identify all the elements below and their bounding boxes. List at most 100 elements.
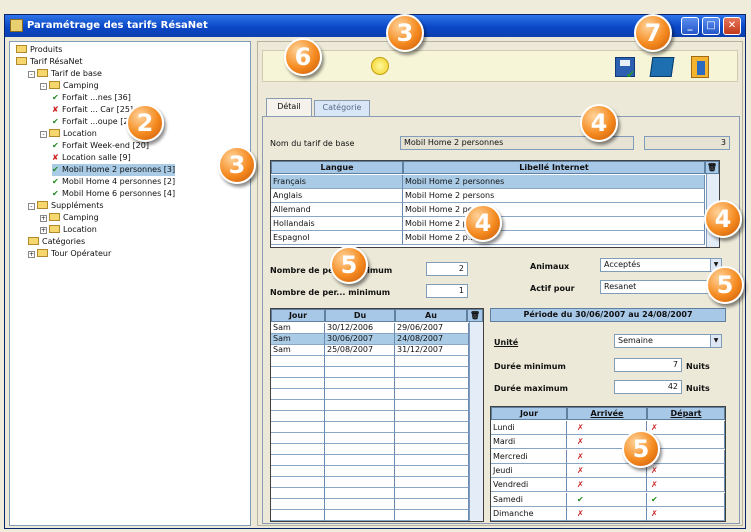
departure-toggle[interactable]: ✔ [647,492,725,507]
day-cell[interactable]: Dimanche [491,506,567,521]
period-from-cell[interactable] [325,477,395,488]
day-cell[interactable]: Samedi [491,492,567,507]
collapse-icon[interactable]: - [40,131,47,138]
unit-select[interactable]: Semaine ▼ [614,334,722,348]
period-from-cell[interactable] [325,378,395,389]
tree-item[interactable]: - Camping [40,80,99,92]
col-header-label[interactable]: Libellé Internet [403,161,705,174]
tree-item[interactable]: ✔ Forfait Week-end [20] [52,140,149,152]
period-to-cell[interactable] [395,356,469,367]
period-from-cell[interactable] [325,389,395,400]
period-to-cell[interactable] [395,499,469,510]
period-day-cell[interactable] [271,466,325,477]
period-day-cell[interactable]: Sam [271,345,325,356]
period-to-cell[interactable] [395,455,469,466]
col-header-from[interactable]: Du [325,309,395,322]
period-from-cell[interactable] [325,499,395,510]
departure-toggle[interactable]: ✗ [647,421,725,435]
tree-item[interactable]: ✔ Forfait ...nes [36] [52,92,131,104]
period-to-cell[interactable] [395,466,469,477]
period-from-cell[interactable] [325,400,395,411]
tree-item[interactable]: - Suppléments [28,200,104,212]
max-persons-field[interactable]: 2 [426,262,468,276]
tree-item[interactable]: ✘ Location salle [9] [52,152,131,164]
period-from-cell[interactable] [325,510,395,521]
period-day-cell[interactable] [271,367,325,378]
tree-item[interactable]: + Camping [40,212,99,224]
day-cell[interactable]: Mardi [491,435,567,450]
period-to-cell[interactable]: 29/06/2007 [395,323,469,334]
period-day-cell[interactable] [271,422,325,433]
tree-item[interactable]: ✔ Mobil Home 6 personnes [4] [52,188,175,200]
tree-item[interactable]: Produits [16,44,62,56]
tree-item[interactable]: Tarif RésaNet [16,56,83,68]
label-cell[interactable]: Mobil Home 2 p... [403,231,705,245]
departure-toggle[interactable]: ✗ [647,506,725,521]
label-cell[interactable]: Mobil Home 2 pe... [403,203,705,217]
trash-icon[interactable]: 🗑 [467,309,483,322]
period-to-cell[interactable] [395,433,469,444]
arrival-toggle[interactable]: ✗ [567,478,647,493]
lightbulb-icon[interactable] [371,57,389,75]
language-cell[interactable]: Anglais [271,189,403,203]
col-header-language[interactable]: Langue [271,161,403,174]
tree-item[interactable]: Catégories [28,236,85,248]
tree-item[interactable]: ✘ Forfait ... Car [25] [52,104,133,116]
period-from-cell[interactable] [325,422,395,433]
period-day-cell[interactable]: Sam [271,334,325,345]
period-to-cell[interactable] [395,378,469,389]
period-to-cell[interactable]: 31/12/2007 [395,345,469,356]
period-day-cell[interactable] [271,477,325,488]
book-icon[interactable] [649,57,675,77]
tree-item[interactable]: - Tarif de base [28,68,102,80]
minimize-button[interactable]: _ [681,17,699,35]
period-to-cell[interactable] [395,444,469,455]
expand-icon[interactable]: + [40,227,47,234]
tree-item[interactable]: ✔ Mobil Home 2 personnes [3] [52,164,176,176]
collapse-icon[interactable]: - [28,203,35,210]
close-button[interactable]: ✕ [723,17,741,35]
col-header-to[interactable]: Au [395,309,467,322]
tab-detail[interactable]: Détail [266,98,312,116]
col-header-arrival[interactable]: Arrivée [567,407,647,420]
tree-item[interactable]: + Location [40,224,97,236]
period-day-cell[interactable] [271,389,325,400]
period-to-cell[interactable] [395,367,469,378]
tree-item[interactable]: ✔ Forfait ...oupe [29] [52,116,137,128]
period-to-cell[interactable] [395,510,469,521]
period-to-cell[interactable] [395,411,469,422]
period-to-cell[interactable] [395,422,469,433]
period-from-cell[interactable] [325,367,395,378]
language-cell[interactable]: Espagnol [271,231,403,245]
period-scrollbar[interactable] [469,322,483,521]
max-duration-field[interactable]: 42 [614,380,682,394]
col-header-departure[interactable]: Départ [647,407,725,420]
period-to-cell[interactable] [395,389,469,400]
label-cell[interactable]: Mobil Home 2 persons [403,189,705,203]
period-to-cell[interactable] [395,477,469,488]
period-from-cell[interactable] [325,455,395,466]
trash-icon[interactable]: 🗑 [705,161,719,174]
min-persons-field[interactable]: 1 [426,284,468,298]
departure-toggle[interactable]: ✗ [647,478,725,493]
language-cell[interactable]: Allemand [271,203,403,217]
period-to-cell[interactable] [395,400,469,411]
period-day-cell[interactable] [271,378,325,389]
period-to-cell[interactable]: 24/08/2007 [395,334,469,345]
exit-icon[interactable] [691,56,709,78]
period-day-cell[interactable] [271,455,325,466]
period-day-cell[interactable] [271,510,325,521]
expand-icon[interactable]: + [40,215,47,222]
label-cell[interactable]: Mobil Home 2 p... [403,217,705,231]
tree-item[interactable]: + Tour Opérateur [28,248,111,260]
arrival-toggle[interactable]: ✗ [567,506,647,521]
day-cell[interactable]: Mercredi [491,449,567,464]
language-cell[interactable]: Hollandais [271,217,403,231]
period-day-cell[interactable] [271,444,325,455]
period-day-cell[interactable] [271,433,325,444]
period-from-cell[interactable]: 25/08/2007 [325,345,395,356]
tree-item[interactable]: ✔ Mobil Home 4 personnes [2] [52,176,175,188]
expand-icon[interactable]: + [28,251,35,258]
min-duration-field[interactable]: 7 [614,358,682,372]
period-from-cell[interactable] [325,466,395,477]
